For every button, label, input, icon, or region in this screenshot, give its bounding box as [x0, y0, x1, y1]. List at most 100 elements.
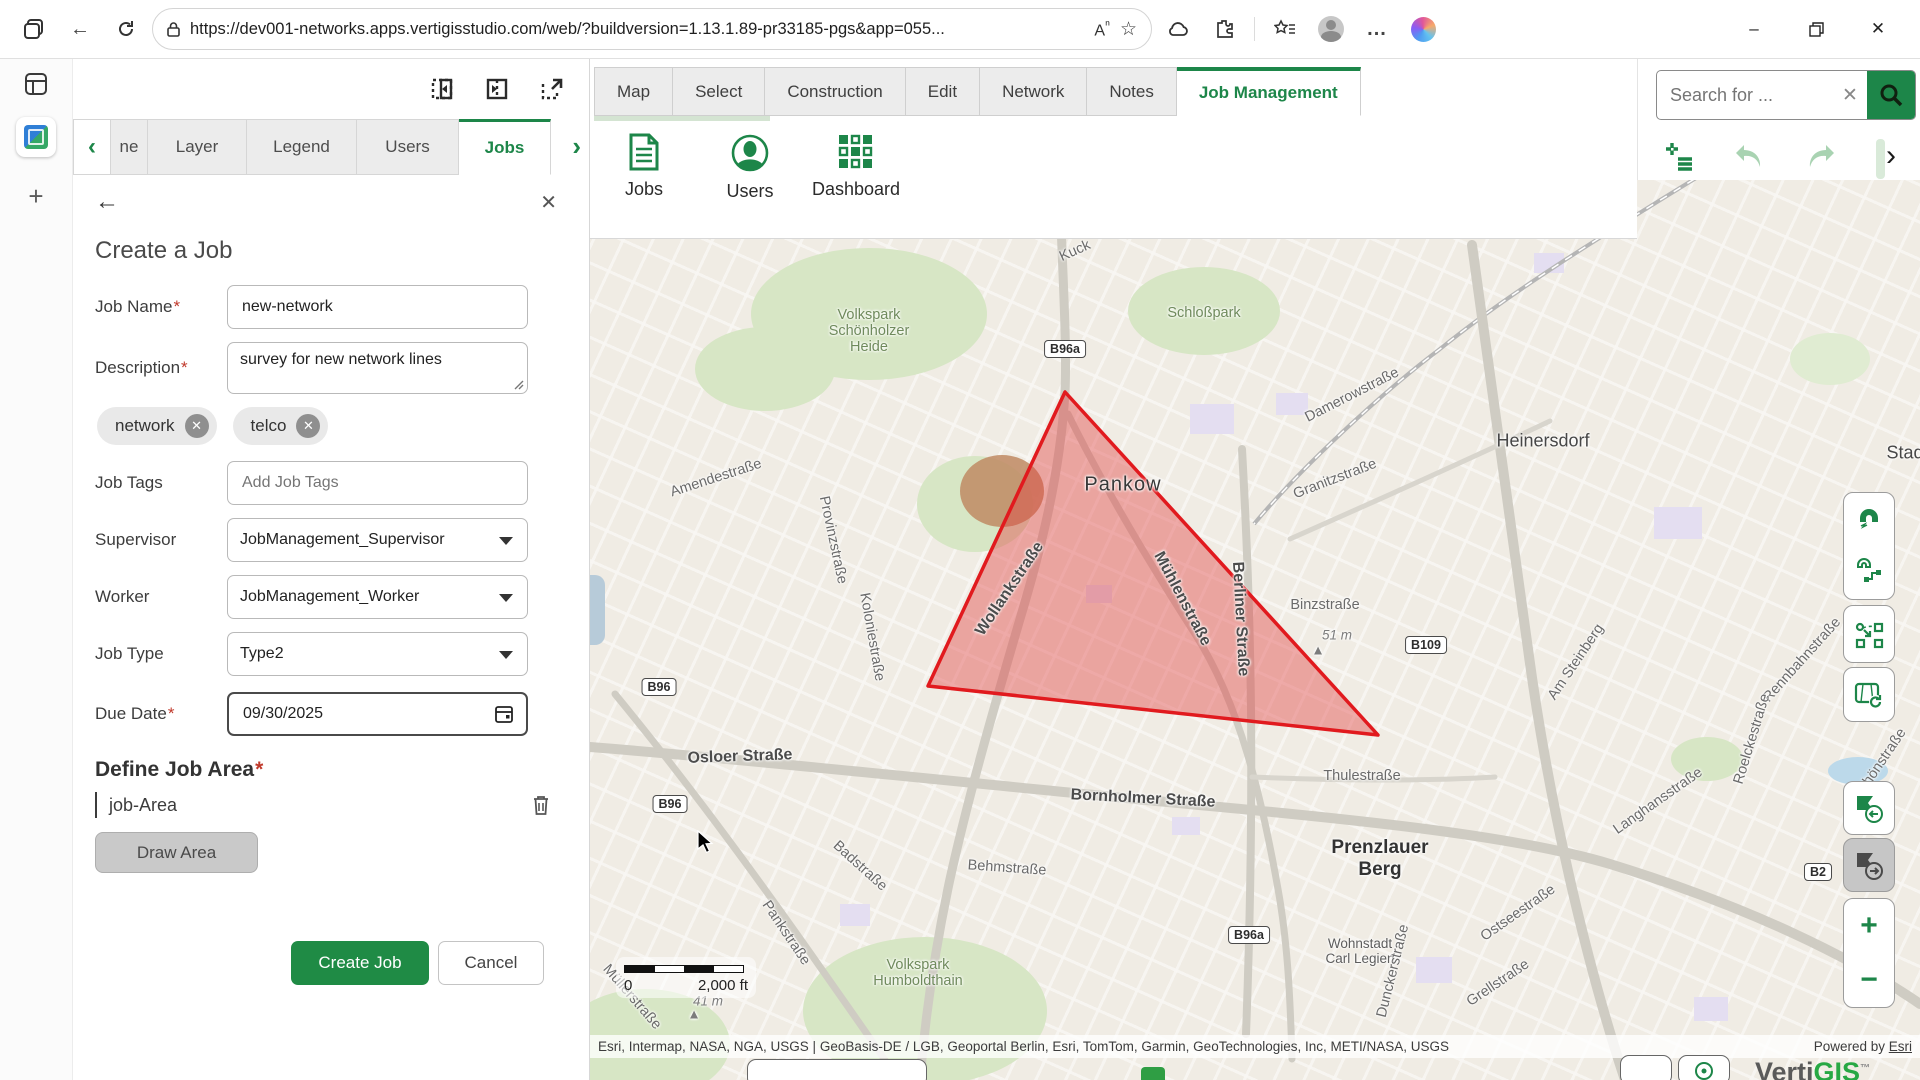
- panel-tab-jobs[interactable]: Jobs: [459, 119, 551, 175]
- redo-button[interactable]: [1802, 139, 1840, 173]
- tab-select[interactable]: Select: [673, 67, 765, 116]
- worker-row: Worker JobManagement_Worker: [95, 575, 557, 619]
- favorite-star-icon[interactable]: ☆: [1120, 18, 1137, 41]
- toolbar-jobs-button[interactable]: Jobs: [600, 125, 688, 202]
- remove-tag-icon[interactable]: ✕: [185, 414, 209, 438]
- sketch-area-button[interactable]: [1843, 605, 1895, 663]
- dock-left-icon[interactable]: [431, 78, 453, 100]
- url-bar[interactable]: https://dev001-networks.apps.vertigisstu…: [152, 8, 1152, 50]
- due-date-input[interactable]: [227, 692, 528, 736]
- create-job-button[interactable]: Create Job: [291, 941, 429, 985]
- form-actions: Create Job Cancel: [95, 941, 557, 985]
- tab-construction[interactable]: Construction: [765, 67, 905, 116]
- calendar-icon[interactable]: [494, 704, 514, 724]
- bottom-button-partial[interactable]: [1620, 1055, 1672, 1080]
- create-job-form: ← ✕ Create a Job Job Name* Description* …: [73, 175, 589, 985]
- job-tags-input[interactable]: [240, 473, 515, 493]
- job-name-row: Job Name*: [95, 285, 557, 329]
- collapsed-panel-strip: [1876, 139, 1885, 179]
- description-input[interactable]: survey for new network lines: [227, 342, 528, 394]
- tabs-scroll-left[interactable]: ‹: [73, 119, 111, 175]
- bottom-toolbar-partial[interactable]: [747, 1059, 927, 1080]
- search-clear-icon[interactable]: ✕: [1833, 84, 1867, 107]
- form-close-button[interactable]: ✕: [540, 190, 557, 215]
- panel-collapse-handle[interactable]: [590, 575, 605, 645]
- panel-tab-users[interactable]: Users: [357, 119, 459, 175]
- mouse-cursor: [696, 830, 714, 854]
- toolbar-users-label: Users: [726, 181, 773, 202]
- panel-tabs: ‹ ne Layer Legend Users Jobs ›: [73, 119, 589, 175]
- search-icon: [1878, 82, 1904, 108]
- esri-link[interactable]: Esri: [1889, 1039, 1912, 1054]
- jobs-document-icon: [627, 133, 661, 171]
- tab-edit[interactable]: Edit: [906, 67, 980, 116]
- back-button[interactable]: ←: [60, 9, 100, 49]
- job-name-input[interactable]: [240, 297, 515, 317]
- search-button[interactable]: [1867, 70, 1915, 120]
- panel-tab-legend[interactable]: Legend: [247, 119, 357, 175]
- panel-tab-cut[interactable]: ne: [111, 119, 148, 175]
- resize-handle-icon[interactable]: [514, 380, 524, 390]
- zoom-in-button[interactable]: +: [1860, 911, 1878, 941]
- search-input[interactable]: [1657, 84, 1833, 107]
- open-new-window-icon[interactable]: [541, 78, 563, 100]
- dock-right-icon[interactable]: [486, 78, 508, 100]
- panel-tab-layer[interactable]: Layer: [148, 119, 247, 175]
- bottom-locate-button-partial[interactable]: [1678, 1055, 1730, 1080]
- tab-notes[interactable]: Notes: [1087, 67, 1176, 116]
- refresh-map-area-button[interactable]: [1843, 667, 1895, 722]
- app-shortcut-icon[interactable]: [16, 117, 56, 157]
- expand-panel-chevron[interactable]: ›: [1886, 139, 1896, 173]
- add-sidebar-item-icon[interactable]: +: [28, 181, 43, 212]
- toolbar-dashboard-button[interactable]: Dashboard: [812, 125, 900, 202]
- tabs-scroll-right[interactable]: ›: [572, 131, 581, 162]
- extensions-icon[interactable]: [1204, 9, 1244, 49]
- tab-map[interactable]: Map: [594, 67, 673, 116]
- read-aloud-icon[interactable]: Aⁿ: [1094, 17, 1110, 40]
- add-to-results-button[interactable]: [1662, 139, 1698, 175]
- undo-button[interactable]: [1730, 139, 1768, 173]
- minimize-button[interactable]: –: [1726, 9, 1782, 49]
- worker-select[interactable]: JobManagement_Worker: [227, 575, 528, 619]
- search-panel: ✕ ›: [1637, 59, 1920, 180]
- zoom-out-button[interactable]: −: [1860, 965, 1878, 995]
- job-type-select[interactable]: Type2: [227, 632, 528, 676]
- settings-dots-icon[interactable]: ...: [1357, 9, 1397, 49]
- tab-activity-icon[interactable]: [23, 71, 49, 97]
- bottom-green-icon[interactable]: [1141, 1067, 1165, 1080]
- remove-tag-icon[interactable]: ✕: [296, 414, 320, 438]
- supervisor-select[interactable]: JobManagement_Supervisor: [227, 518, 528, 562]
- trace-snapping-button[interactable]: [1854, 555, 1884, 590]
- tab-network[interactable]: Network: [980, 67, 1087, 116]
- form-back-button[interactable]: ←: [95, 188, 119, 216]
- form-title: Create a Job: [95, 237, 557, 265]
- toolbar-users-button[interactable]: Users: [706, 125, 794, 202]
- due-date-label: Due Date*: [95, 704, 227, 724]
- main-header: Map Select Construction Edit Network Not…: [590, 59, 1637, 239]
- previous-extent-button[interactable]: [1843, 781, 1895, 835]
- draw-area-button[interactable]: Draw Area: [95, 832, 258, 873]
- powered-by: Powered by Esri: [1814, 1039, 1912, 1054]
- snapping-toggle-button[interactable]: [1854, 502, 1884, 537]
- tag-chips: network✕ telco✕: [97, 407, 557, 445]
- cancel-button[interactable]: Cancel: [438, 941, 544, 985]
- tab-job-management[interactable]: Job Management: [1177, 67, 1361, 116]
- workspaces-icon[interactable]: [14, 9, 54, 49]
- close-window-button[interactable]: ✕: [1850, 9, 1906, 49]
- chevron-down-icon: [499, 594, 513, 602]
- restore-button[interactable]: [1788, 9, 1844, 49]
- next-extent-button[interactable]: [1843, 838, 1895, 892]
- toolbar-dashboard-label: Dashboard: [812, 179, 900, 200]
- chevron-down-icon: [499, 537, 513, 545]
- delete-area-icon[interactable]: [531, 794, 551, 816]
- cloud-sync-icon[interactable]: [1158, 9, 1198, 49]
- zoom-control: + −: [1843, 898, 1895, 1008]
- browser-chrome: ← https://dev001-networks.apps.vertigiss…: [0, 0, 1920, 59]
- refresh-button[interactable]: [106, 9, 146, 49]
- url-text[interactable]: https://dev001-networks.apps.vertigisstu…: [190, 20, 1084, 39]
- job-area-item[interactable]: job-Area: [95, 792, 177, 818]
- copilot-icon[interactable]: [1403, 9, 1443, 49]
- worker-label: Worker: [95, 587, 227, 607]
- profile-avatar[interactable]: [1311, 9, 1351, 49]
- favorites-bar-icon[interactable]: [1265, 9, 1305, 49]
